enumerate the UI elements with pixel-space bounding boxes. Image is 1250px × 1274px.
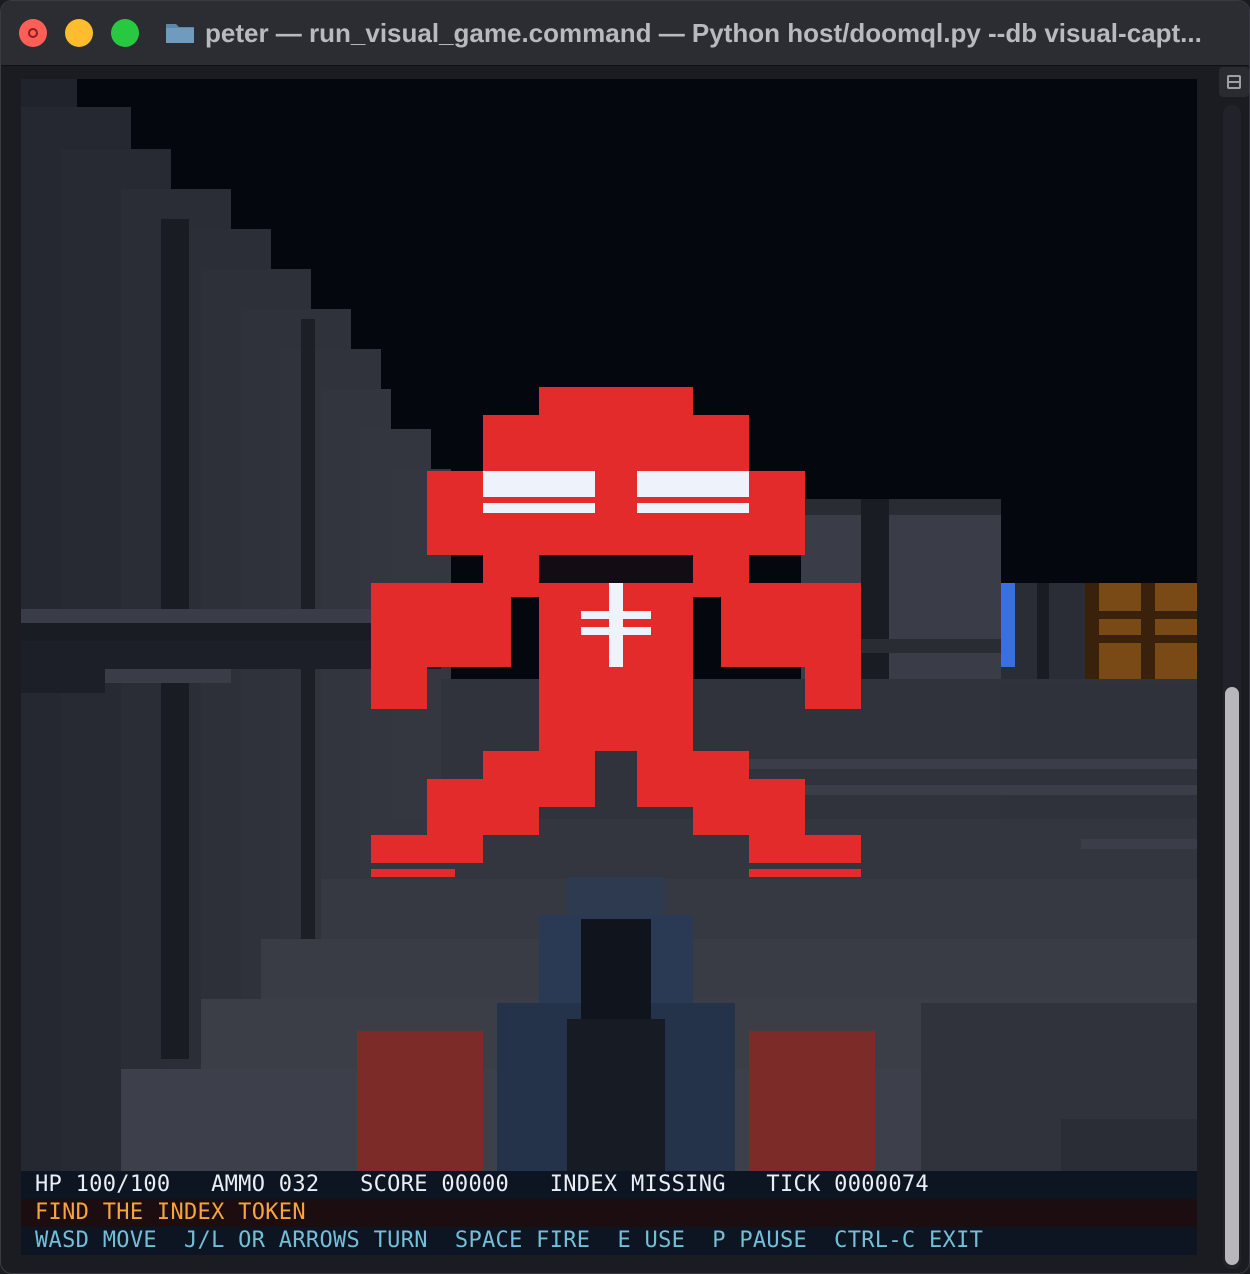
split-view-icon[interactable]	[1219, 67, 1249, 97]
close-button[interactable]	[19, 19, 47, 47]
zoom-button[interactable]	[111, 19, 139, 47]
scrollbar-thumb[interactable]	[1225, 687, 1239, 1265]
enemy-mouth	[539, 555, 693, 583]
title-bar: peter — run_visual_game.command — Python…	[1, 1, 1249, 66]
game-scene	[21, 79, 1197, 1171]
hud-message-line: FIND THE INDEX TOKEN	[21, 1199, 1197, 1227]
folder-icon	[165, 20, 195, 44]
right-hand	[749, 1031, 875, 1171]
terminal-window: peter — run_visual_game.command — Python…	[0, 0, 1250, 1274]
vertical-scrollbar[interactable]	[1219, 99, 1247, 1271]
blue-door	[1001, 583, 1015, 667]
hud-panel: HP 100/100 AMMO 032 SCORE 00000 INDEX MI…	[21, 1171, 1197, 1255]
crate	[1085, 583, 1197, 683]
hud-status-line: HP 100/100 AMMO 032 SCORE 00000 INDEX MI…	[21, 1171, 1197, 1199]
window-title: peter — run_visual_game.command — Python…	[205, 18, 1202, 48]
left-hand	[357, 1031, 483, 1171]
minimize-button[interactable]	[65, 19, 93, 47]
hud-help-line: WASD MOVE J/L OR ARROWS TURN SPACE FIRE …	[21, 1227, 1197, 1255]
game-viewport[interactable]	[21, 79, 1197, 1171]
